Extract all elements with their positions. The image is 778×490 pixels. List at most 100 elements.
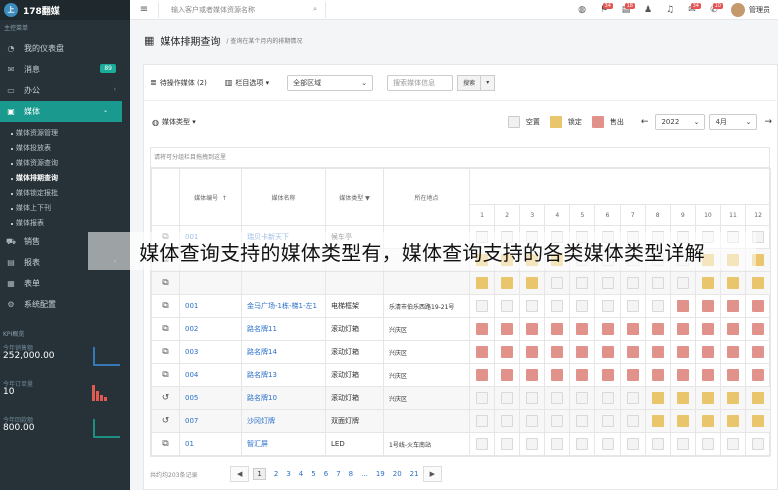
submenu-media-placement[interactable]: 媒体投放表 bbox=[0, 141, 130, 156]
table-row[interactable]: ⧉ 003 路名牌14 滚动灯箱 兴庆区 bbox=[151, 340, 772, 364]
copy-icon[interactable]: ⧉ bbox=[151, 294, 180, 318]
month-cell[interactable] bbox=[745, 317, 772, 341]
media-name-link[interactable]: 智汇屏 bbox=[247, 440, 268, 448]
month-cell[interactable] bbox=[468, 340, 496, 364]
month-cell[interactable] bbox=[519, 409, 546, 433]
month-cell[interactable] bbox=[594, 294, 621, 318]
month-cell[interactable] bbox=[494, 294, 521, 318]
media-code-cell[interactable]: 003 bbox=[179, 340, 242, 364]
month-cell[interactable] bbox=[468, 386, 496, 410]
month-cell[interactable] bbox=[544, 432, 571, 456]
month-cell[interactable] bbox=[719, 432, 747, 456]
month-cell[interactable] bbox=[719, 317, 747, 341]
month-cell[interactable] bbox=[544, 363, 571, 387]
month-cell[interactable] bbox=[694, 409, 721, 433]
sidebar-item-messages[interactable]: ✉ 消息 89 bbox=[0, 59, 130, 80]
month-cell[interactable] bbox=[619, 386, 646, 410]
month-cell[interactable] bbox=[745, 271, 772, 295]
month-cell[interactable] bbox=[669, 409, 696, 433]
month-cell[interactable] bbox=[494, 363, 521, 387]
media-code-link[interactable]: 001 bbox=[185, 302, 198, 310]
month-cell[interactable] bbox=[644, 432, 671, 456]
page-link[interactable]: 7 bbox=[336, 470, 340, 478]
month-cell[interactable] bbox=[494, 432, 521, 456]
month-cell[interactable] bbox=[719, 409, 747, 433]
month-cell[interactable] bbox=[719, 340, 747, 364]
th-name[interactable]: 媒体名称 bbox=[241, 168, 326, 226]
submenu-media-resources[interactable]: 媒体资源管理 bbox=[0, 126, 130, 141]
page-link[interactable]: 21 bbox=[410, 470, 419, 478]
envelope-icon[interactable]: ✉ 34 bbox=[681, 2, 703, 15]
month-cell[interactable] bbox=[619, 317, 646, 341]
month-cell[interactable] bbox=[569, 294, 596, 318]
month-cell[interactable] bbox=[569, 317, 596, 341]
month-cell[interactable] bbox=[519, 386, 546, 410]
bell-icon[interactable]: ♫ bbox=[659, 5, 681, 15]
month-cell[interactable] bbox=[594, 432, 621, 456]
month-cell[interactable] bbox=[694, 294, 721, 318]
month-cell[interactable] bbox=[694, 317, 721, 341]
month-cell[interactable] bbox=[494, 386, 521, 410]
month-cell[interactable] bbox=[619, 294, 646, 318]
month-cell[interactable] bbox=[569, 271, 596, 295]
media-name-cell[interactable]: 路名牌11 bbox=[241, 317, 326, 341]
month-cell[interactable] bbox=[669, 340, 696, 364]
month-cell[interactable] bbox=[594, 363, 621, 387]
th-addr[interactable]: 所在地点 bbox=[383, 168, 470, 226]
media-code-cell[interactable]: 002 bbox=[179, 317, 242, 341]
media-name-cell[interactable]: 沙冈灯牌 bbox=[241, 409, 326, 433]
pending-media-button[interactable]: ≣ 待操作媒体 (2) bbox=[150, 78, 207, 88]
month-cell[interactable] bbox=[694, 271, 721, 295]
month-cell[interactable] bbox=[569, 409, 596, 433]
submenu-media-schedule[interactable]: 媒体排期查询 bbox=[0, 171, 130, 186]
month-cell[interactable] bbox=[519, 363, 546, 387]
month-cell[interactable] bbox=[644, 386, 671, 410]
media-name-link[interactable]: 路名牌14 bbox=[247, 348, 277, 356]
submenu-media-report[interactable]: 媒体报表 bbox=[0, 216, 130, 231]
column-options-button[interactable]: ▥ 栏目选项 ▾ bbox=[225, 78, 269, 88]
media-name-link[interactable]: 沙冈灯牌 bbox=[247, 417, 275, 425]
month-cell[interactable] bbox=[544, 317, 571, 341]
media-name-cell[interactable]: 金马广场-1栋-梯1-左1 bbox=[241, 294, 326, 318]
month-cell[interactable] bbox=[745, 340, 772, 364]
media-name-link[interactable]: 路名牌13 bbox=[247, 371, 277, 379]
copy-icon[interactable]: ⧉ bbox=[151, 363, 180, 387]
month-cell[interactable] bbox=[544, 409, 571, 433]
table-row[interactable]: ⧉ bbox=[151, 271, 772, 295]
logo[interactable]: 上 178翻媒 bbox=[0, 0, 130, 20]
month-cell[interactable] bbox=[468, 317, 496, 341]
media-name-cell[interactable] bbox=[241, 271, 326, 295]
media-code-link[interactable]: 01 bbox=[185, 440, 194, 448]
page-link[interactable]: 5 bbox=[311, 470, 315, 478]
sidebar-item-forms[interactable]: ▦ 表单 bbox=[0, 273, 130, 294]
prev-month-button[interactable]: ← bbox=[641, 117, 649, 127]
month-cell[interactable] bbox=[669, 317, 696, 341]
media-name-cell[interactable]: 路名牌10 bbox=[241, 386, 326, 410]
year-select[interactable]: 2022 ⌄ bbox=[655, 114, 706, 130]
media-type-button[interactable]: ◍ 媒体类型 ▾ bbox=[152, 117, 196, 127]
month-select[interactable]: 4月 ⌄ bbox=[709, 114, 758, 130]
month-cell[interactable] bbox=[669, 432, 696, 456]
sidebar-item-media[interactable]: ▣ 媒体 ⌄ bbox=[0, 101, 122, 122]
month-cell[interactable] bbox=[494, 409, 521, 433]
table-row[interactable]: ⧉ 01 智汇屏 LED 1号线-火车南站 bbox=[151, 432, 772, 456]
table-row[interactable]: ⧉ 004 路名牌13 滚动灯箱 兴庆区 bbox=[151, 363, 772, 387]
page-link[interactable]: 1 bbox=[253, 468, 266, 480]
search-icon[interactable]: ⌕ bbox=[313, 5, 317, 14]
page-link[interactable]: 20 bbox=[393, 470, 402, 478]
month-cell[interactable] bbox=[644, 409, 671, 433]
month-cell[interactable] bbox=[468, 409, 496, 433]
flag-icon[interactable]: ⚑ 34 bbox=[593, 2, 615, 15]
search-button[interactable]: 搜索 bbox=[457, 74, 482, 91]
chat-icon[interactable]: ✆ 10 bbox=[703, 2, 725, 15]
month-cell[interactable] bbox=[594, 386, 621, 410]
month-cell[interactable] bbox=[519, 294, 546, 318]
month-cell[interactable] bbox=[494, 340, 521, 364]
media-code-cell[interactable]: 007 bbox=[179, 409, 242, 433]
copy-icon[interactable]: ⧉ bbox=[151, 317, 180, 341]
submenu-media-lock-approval[interactable]: 媒体锁定报批 bbox=[0, 186, 130, 201]
month-cell[interactable] bbox=[694, 363, 721, 387]
region-select[interactable]: 全部区域 ⌄ bbox=[287, 74, 374, 91]
month-cell[interactable] bbox=[569, 363, 596, 387]
copy-icon[interactable]: ⧉ bbox=[151, 432, 180, 456]
